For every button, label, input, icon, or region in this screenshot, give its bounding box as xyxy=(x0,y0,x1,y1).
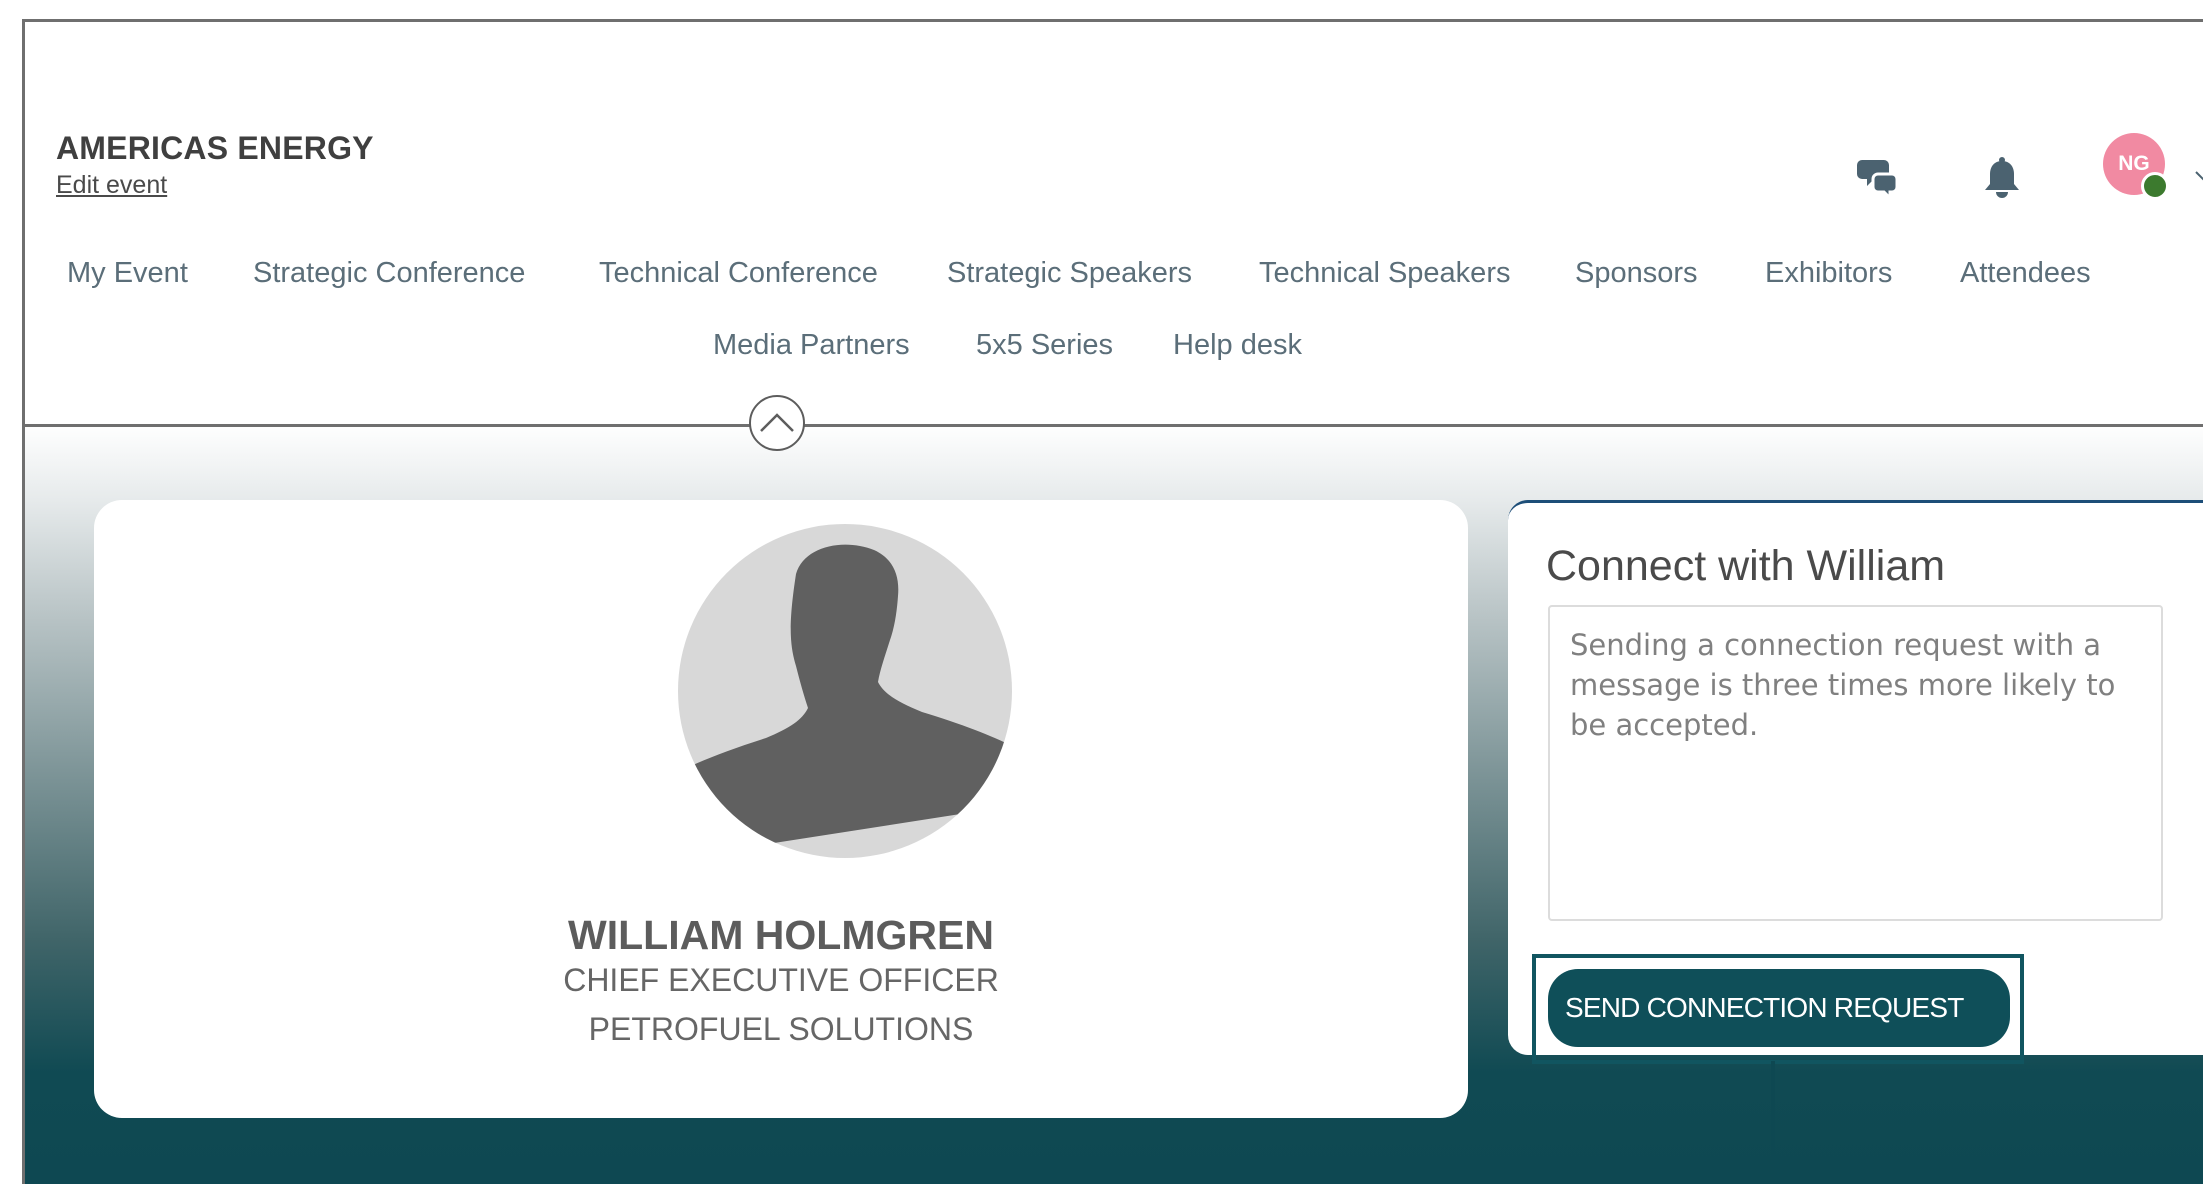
chevron-up-icon xyxy=(760,413,794,432)
callout-connector-line xyxy=(1771,1061,1775,1184)
nav-item-technical-speakers[interactable]: Technical Speakers xyxy=(1259,257,1510,290)
person-job-title: CHIEF EXECUTIVE OFFICER xyxy=(563,962,999,998)
nav-item-help-desk[interactable]: Help desk xyxy=(1173,329,1302,362)
person-company: PETROFUEL SOLUTIONS xyxy=(588,1011,974,1047)
online-status-dot xyxy=(2141,172,2169,200)
chat-icon[interactable] xyxy=(1856,156,1900,202)
nav-item-technical-conference[interactable]: Technical Conference xyxy=(599,257,878,290)
connect-heading: Connect with William xyxy=(1546,542,1946,590)
collapse-header-button[interactable] xyxy=(749,395,805,451)
person-name: WILLIAM HOLMGREN xyxy=(568,912,994,958)
nav-item-5x5-series[interactable]: 5x5 Series xyxy=(976,329,1113,362)
nav-item-my-event[interactable]: My Event xyxy=(67,257,188,290)
profile-photo-placeholder xyxy=(678,524,1012,858)
edit-event-link[interactable]: Edit event xyxy=(56,171,167,200)
nav-item-attendees[interactable]: Attendees xyxy=(1960,257,2091,290)
event-header: AMERICAS ENERGY Edit event NG My Event S… xyxy=(25,22,2203,427)
profile-card: WILLIAM HOLMGREN CHIEF EXECUTIVE OFFICER… xyxy=(94,500,1468,1118)
nav-item-exhibitors[interactable]: Exhibitors xyxy=(1765,257,1892,290)
person-silhouette-icon xyxy=(678,544,1012,858)
nav-item-strategic-conference[interactable]: Strategic Conference xyxy=(253,257,525,290)
connection-message-input[interactable] xyxy=(1548,605,2163,921)
event-title: AMERICAS ENERGY xyxy=(56,130,374,166)
nav-item-media-partners[interactable]: Media Partners xyxy=(713,329,910,362)
send-connection-request-button[interactable]: SEND CONNECTION REQUEST xyxy=(1548,969,2010,1047)
app-frame: AMERICAS ENERGY Edit event NG My Event S… xyxy=(22,19,2203,1184)
connect-card: Connect with William SEND CONNECTION REQ… xyxy=(1508,500,2203,1064)
nav-item-strategic-speakers[interactable]: Strategic Speakers xyxy=(947,257,1192,290)
bell-icon[interactable] xyxy=(1980,156,2024,200)
nav-item-sponsors[interactable]: Sponsors xyxy=(1575,257,1698,290)
chevron-down-icon[interactable] xyxy=(2195,167,2203,185)
